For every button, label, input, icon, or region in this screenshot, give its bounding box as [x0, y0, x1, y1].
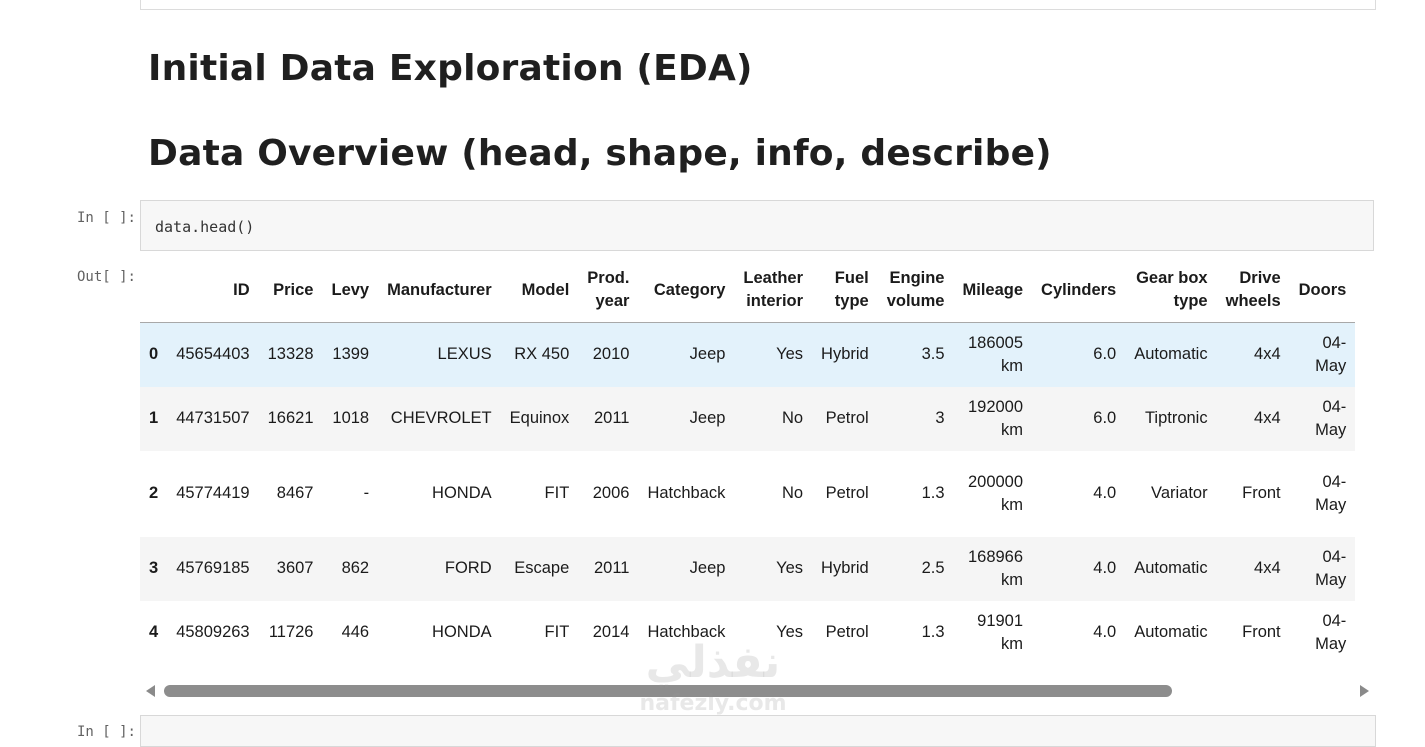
header-model: Model: [500, 258, 579, 323]
output-prompt: Out[ ]:: [76, 269, 136, 285]
table-row: 4 45809263 11726 446 HONDA FIT 2014 Hatc…: [149, 611, 1347, 653]
heading-eda: Initial Data Exploration (EDA): [148, 48, 753, 89]
previous-cell[interactable]: [140, 0, 1376, 10]
header-cylinders: Cylinders: [1032, 258, 1126, 323]
next-input-prompt: In [ ]:: [76, 724, 136, 740]
code-input-cell[interactable]: data.head(): [140, 200, 1374, 251]
scroll-left-arrow-icon[interactable]: [146, 685, 155, 697]
header-levy: Levy: [322, 258, 379, 323]
scrollbar-thumb[interactable]: [164, 685, 1172, 697]
header-index: [140, 258, 168, 323]
horizontal-scrollbar[interactable]: [140, 683, 1375, 699]
next-code-input-cell[interactable]: [140, 715, 1376, 747]
table-row: 3 45769185 3607 862 FORD Escape 2011 Jee…: [140, 536, 1356, 601]
header-fuel-type: Fuel type: [812, 258, 878, 323]
table-row: 1 44731507 16621 1018 CHEVROLET Equinox …: [140, 386, 1356, 451]
header-manufacturer: Manufacturer: [378, 258, 501, 323]
heading-data-overview: Data Overview (head, shape, info, descri…: [148, 133, 1052, 174]
code-text[interactable]: data.head(): [155, 218, 254, 236]
table-row: 0 45654403 13328 1399 LEXUS RX 450 2010 …: [140, 322, 1356, 387]
header-prod-year: Prod. year: [578, 258, 639, 323]
header-engine-volume: Engine volume: [877, 258, 954, 323]
input-prompt: In [ ]:: [76, 210, 136, 226]
header-drive-wheels: Drive wheels: [1216, 258, 1290, 323]
table-header-row: ID Price Levy Manufacturer Model Prod. ye…: [140, 258, 1356, 323]
header-category: Category: [638, 258, 735, 323]
dataframe-table: ID Price Levy Manufacturer Model Prod. ye…: [140, 258, 1356, 665]
dataframe-output: ID Price Levy Manufacturer Model Prod. ye…: [140, 258, 1375, 678]
header-gear-box-type: Gear box type: [1125, 258, 1217, 323]
table-row: 2 45774419 8467 - HONDA FIT 2006 Hatchba…: [149, 472, 1347, 514]
header-price: Price: [258, 258, 323, 323]
header-leather-interior: Leather interior: [734, 258, 813, 323]
scroll-right-arrow-icon[interactable]: [1360, 685, 1369, 697]
header-id: ID: [167, 258, 259, 323]
header-mileage: Mileage: [953, 258, 1033, 323]
header-doors: Doors: [1289, 258, 1356, 323]
